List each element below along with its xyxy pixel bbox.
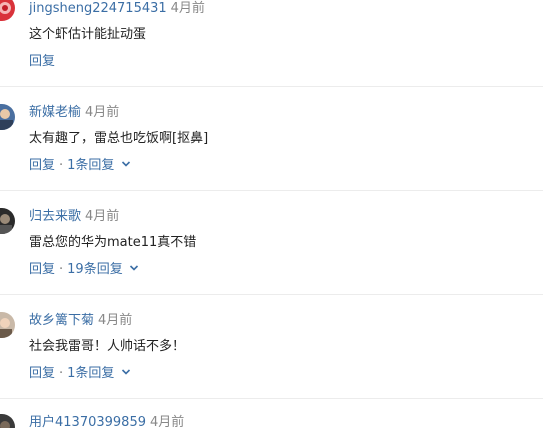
comment-content: 社会我雷哥！人帅话不多！	[29, 339, 186, 354]
comment-actions: 回复	[29, 54, 55, 70]
comment-actions: 回复 · 1条回复	[29, 366, 131, 382]
separator-dot: ·	[59, 158, 64, 173]
avatar[interactable]	[0, 312, 15, 338]
chevron-down-icon[interactable]	[129, 263, 139, 273]
comment-time: 4月前	[98, 313, 133, 328]
avatar[interactable]	[0, 104, 15, 130]
username-text[interactable]: jingsheng224715431	[29, 1, 167, 16]
comment-actions: 回复 · 1条回复	[29, 158, 131, 174]
comment-actions: 回复 · 19条回复	[29, 262, 139, 278]
comment-time: 4月前	[149, 415, 185, 428]
divider	[0, 398, 543, 399]
reply-button[interactable]: 回复	[29, 158, 55, 174]
separator-dot: ·	[59, 366, 64, 381]
comment-time: 4月前	[170, 1, 205, 16]
divider	[0, 86, 543, 87]
divider	[0, 294, 543, 295]
comment-list: jingsheng224715431 4月前 这个虾估计能扯动蛋 回复 新媒老榆 4…	[0, 0, 543, 428]
replies-count-label[interactable]: 1条回复	[67, 366, 114, 381]
comment-username[interactable]: jingsheng224715431 4月前	[29, 1, 205, 17]
comment-content: 雷总您的华为mate11真不错	[29, 235, 197, 250]
comment-username[interactable]: 归去来歌 4月前	[29, 209, 119, 225]
view-replies-button[interactable]: 19条回复	[67, 262, 139, 278]
username-text[interactable]: 故乡篱下菊	[29, 313, 94, 328]
comment-time: 4月前	[85, 105, 120, 120]
username-text[interactable]: 用户41370399859	[29, 415, 146, 428]
chevron-down-icon[interactable]	[121, 367, 131, 377]
avatar[interactable]	[0, 414, 15, 428]
view-replies-button[interactable]: 1条回复	[67, 158, 130, 174]
chevron-down-icon[interactable]	[121, 159, 131, 169]
view-replies-button[interactable]: 1条回复	[67, 366, 130, 382]
avatar[interactable]	[0, 208, 15, 234]
reply-button[interactable]: 回复	[29, 262, 55, 278]
username-text[interactable]: 新媒老榆	[29, 105, 81, 120]
avatar[interactable]	[0, 0, 15, 21]
replies-count-label[interactable]: 1条回复	[67, 158, 114, 173]
comment-username[interactable]: 故乡篱下菊 4月前	[29, 313, 132, 329]
replies-count-label[interactable]: 19条回复	[67, 262, 123, 277]
separator-dot: ·	[59, 262, 64, 277]
reply-button[interactable]: 回复	[29, 366, 55, 382]
comment-username[interactable]: 新媒老榆 4月前	[29, 105, 119, 121]
comment-content: 这个虾估计能扯动蛋	[29, 27, 147, 42]
reply-button[interactable]: 回复	[29, 54, 55, 70]
comment-username[interactable]: 用户41370399859 4月前	[29, 415, 184, 428]
divider	[0, 190, 543, 191]
comment-time: 4月前	[85, 209, 120, 224]
username-text[interactable]: 归去来歌	[29, 209, 81, 224]
comment-content: 太有趣了，雷总也吃饭啊[抠鼻]	[29, 131, 209, 146]
